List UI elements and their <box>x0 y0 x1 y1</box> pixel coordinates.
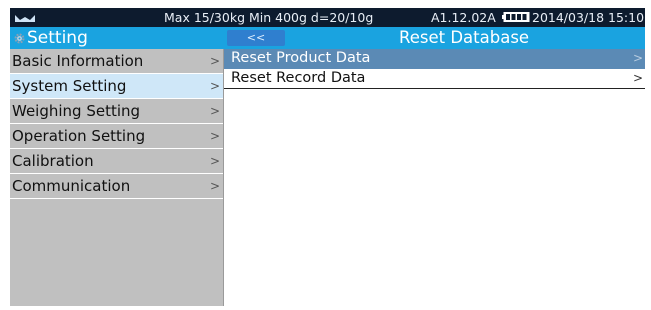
main-header: << Reset Database <box>223 27 645 49</box>
sidebar-item-weighing-setting[interactable]: Weighing Setting > <box>10 99 223 124</box>
chevron-right-icon: > <box>210 129 221 143</box>
sidebar-item-basic-information[interactable]: Basic Information > <box>10 49 223 74</box>
battery-full-icon <box>502 12 530 22</box>
wave-logo-icon <box>15 15 35 22</box>
sidebar-item-system-setting[interactable]: System Setting > <box>10 74 223 99</box>
chevron-right-icon: > <box>210 79 221 93</box>
sidebar-item-label: Weighing Setting <box>12 102 141 120</box>
reset-options-list: Reset Product Data > Reset Record Data > <box>223 49 645 306</box>
page-title: Reset Database <box>399 28 530 47</box>
sidebar-item-communication[interactable]: Communication > <box>10 174 223 199</box>
sidebar-item-label: Basic Information <box>12 52 144 70</box>
sidebar-item-label: Calibration <box>12 152 94 170</box>
list-item-reset-record-data[interactable]: Reset Record Data > <box>224 69 645 89</box>
scale-spec-text: Max 15/30kg Min 400g d=20/10g <box>164 10 374 25</box>
chevron-right-icon: > <box>210 54 221 68</box>
status-bar: Max 15/30kg Min 400g d=20/10g A1.12.02A … <box>10 8 645 27</box>
list-item-label: Reset Product Data <box>231 50 371 66</box>
chevron-right-icon: > <box>633 71 644 85</box>
sidebar-item-label: Communication <box>12 177 131 195</box>
list-item-reset-product-data[interactable]: Reset Product Data > <box>224 49 645 69</box>
sidebar-title: Setting <box>27 28 88 48</box>
chevron-right-icon: > <box>210 104 221 118</box>
firmware-version: A1.12.02A <box>431 10 496 25</box>
date-time: 2014/03/18 15:10 <box>532 10 645 25</box>
scale-screen: Max 15/30kg Min 400g d=20/10g A1.12.02A … <box>10 8 645 306</box>
sidebar-item-label: Operation Setting <box>12 127 146 145</box>
chevron-right-icon: > <box>633 51 644 65</box>
sidebar-item-calibration[interactable]: Calibration > <box>10 149 223 174</box>
list-item-label: Reset Record Data <box>231 70 366 86</box>
chevron-right-icon: > <box>210 179 221 193</box>
chevron-right-icon: > <box>210 154 221 168</box>
sidebar-menu: Basic Information > System Setting > Wei… <box>10 49 223 306</box>
back-button[interactable]: << <box>227 30 285 46</box>
sidebar-item-operation-setting[interactable]: Operation Setting > <box>10 124 223 149</box>
sidebar-item-label: System Setting <box>12 77 127 95</box>
sidebar-header: Setting <box>10 27 223 49</box>
gear-icon <box>14 33 25 44</box>
